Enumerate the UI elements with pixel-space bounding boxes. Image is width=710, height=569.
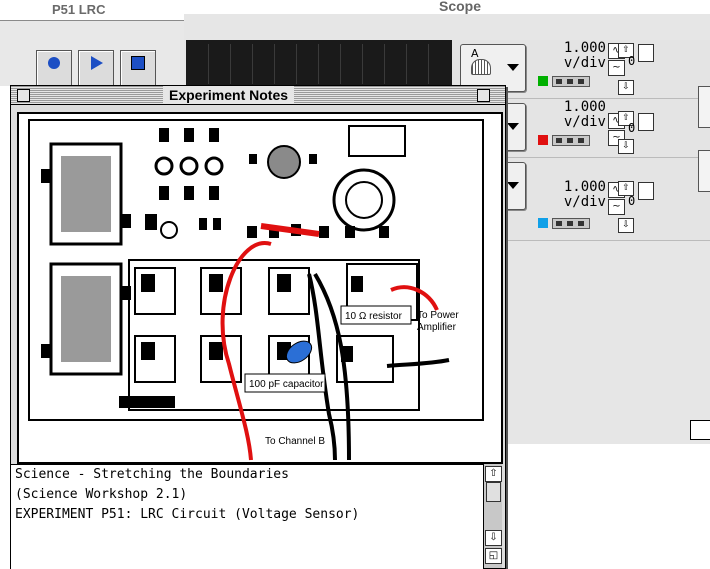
- circuit-board-diagram: 10 Ω resistor 100 pF capacitor To Power …: [17, 112, 503, 464]
- offset-down-icon[interactable]: ⇩: [618, 80, 634, 95]
- chevron-down-icon: [507, 123, 519, 130]
- resize-grip-icon[interactable]: ◱: [485, 548, 502, 564]
- scale-value: 1.000: [563, 179, 606, 195]
- channel-label: To Channel B: [265, 436, 325, 447]
- scale-unit: v/div: [563, 194, 606, 210]
- experiment-notes-window: Experiment Notes 10 Ω resistor 100 pF ca…: [10, 85, 506, 569]
- scale-unit: v/div: [563, 55, 606, 71]
- play-button[interactable]: [78, 50, 114, 86]
- scale-readout: 1.000 v/div: [548, 41, 606, 71]
- scale-unit: v/div: [563, 114, 606, 130]
- scroll-down-icon[interactable]: ⇩: [485, 530, 502, 546]
- channel-options-strip[interactable]: [552, 76, 590, 87]
- stop-button[interactable]: [120, 50, 156, 86]
- close-box-icon[interactable]: [17, 89, 30, 102]
- notes-line: Science - Stretching the Boundaries: [15, 467, 289, 482]
- sample-side-button[interactable]: [698, 150, 710, 192]
- sensor-icon: [471, 59, 491, 75]
- save-icon[interactable]: [638, 182, 654, 200]
- chevron-down-icon: [507, 182, 519, 189]
- scale-value: 1.000: [563, 99, 606, 115]
- offset-value: 0: [628, 194, 636, 208]
- chevron-down-icon: [507, 64, 519, 71]
- scale-readout: 1.000 v/div: [548, 180, 606, 210]
- stop-icon: [131, 56, 145, 70]
- channel-color-swatch: [538, 135, 548, 145]
- offset-value: 0: [628, 121, 636, 135]
- scope-window-title: Scope: [439, 0, 482, 14]
- lrc-panel: P51 LRC: [0, 0, 185, 86]
- notes-window-title: Experiment Notes: [163, 86, 295, 104]
- lrc-title-bar[interactable]: P51 LRC: [0, 0, 184, 21]
- amplifier-label: Amplifier: [417, 322, 457, 333]
- scale-readout: 1.000 v/div: [548, 100, 606, 130]
- capacitor-label: 100 pF capacitor: [249, 379, 324, 390]
- notes-line: EXPERIMENT P51: LRC Circuit (Voltage Sen…: [15, 507, 360, 522]
- scope-display: [186, 40, 452, 85]
- record-icon: [48, 57, 60, 69]
- record-button[interactable]: [36, 50, 72, 86]
- offset-down-icon[interactable]: ⇩: [618, 218, 634, 233]
- save-icon[interactable]: [638, 44, 654, 62]
- offset-down-icon[interactable]: ⇩: [618, 139, 634, 154]
- play-icon: [91, 56, 103, 70]
- notes-line: (Science Workshop 2.1): [15, 487, 188, 502]
- notes-title-bar[interactable]: Experiment Notes: [11, 86, 505, 105]
- scope-title-bar[interactable]: Scope: [184, 0, 710, 15]
- save-icon[interactable]: [638, 113, 654, 131]
- offset-value: 0: [628, 54, 636, 68]
- circuit-board-svg: 10 Ω resistor 100 pF capacitor To Power …: [28, 119, 484, 461]
- scale-value: 1.000: [563, 40, 606, 56]
- channel-color-swatch: [538, 76, 548, 86]
- zoom-box-icon[interactable]: [477, 89, 490, 102]
- lrc-window-title: P51 LRC: [52, 2, 106, 17]
- resistor-label: 10 Ω resistor: [345, 311, 403, 322]
- channel-options-strip[interactable]: [552, 135, 590, 146]
- trigger-side-button[interactable]: [698, 86, 710, 128]
- scale-down-wave-icon[interactable]: ~: [608, 60, 625, 76]
- scroll-thumb[interactable]: [486, 482, 501, 502]
- notes-scrollbar[interactable]: ⇧ ⇩ ◱: [483, 464, 502, 568]
- channel-color-swatch: [538, 218, 548, 228]
- power-label: To Power: [417, 310, 459, 321]
- channel-options-strip[interactable]: [552, 218, 590, 229]
- scale-down-wave-icon[interactable]: ~: [608, 199, 625, 215]
- notes-text-area[interactable]: Science - Stretching the Boundaries (Sci…: [11, 464, 483, 569]
- channel-label: A: [471, 47, 479, 60]
- scope-corner-box[interactable]: [690, 420, 710, 440]
- scroll-up-icon[interactable]: ⇧: [485, 466, 502, 482]
